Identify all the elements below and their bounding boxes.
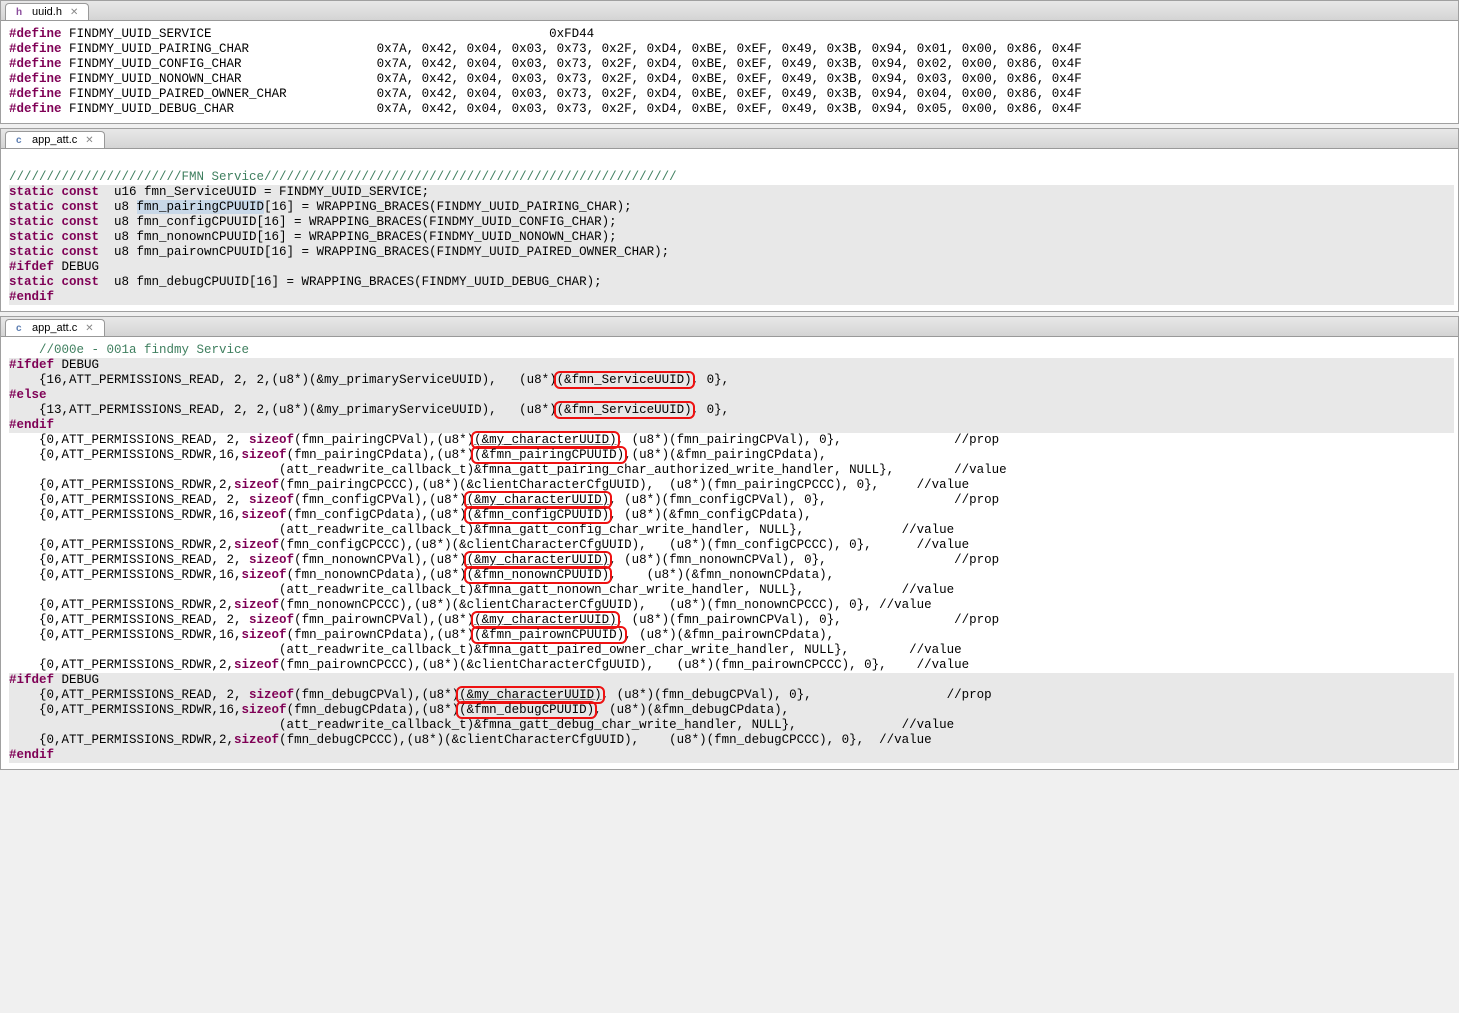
h-file-icon — [16, 6, 28, 18]
tabbar-1: uuid.h ✕ — [1, 1, 1458, 21]
kw-define: #define — [9, 27, 62, 41]
close-icon[interactable]: ✕ — [85, 135, 93, 146]
tab-label: uuid.h — [32, 6, 62, 18]
editor-pane-appatt-1: app_att.c ✕ ///////////////////////FMN S… — [0, 128, 1459, 312]
highlight-fmn-configcpuuid: (&fmn_configCPUUID) — [467, 508, 610, 522]
code-area-2[interactable]: ///////////////////////FMN Service//////… — [1, 149, 1458, 311]
close-icon[interactable]: ✕ — [85, 323, 93, 334]
highlight-fmn-pairowncpuuid: (&fmn_pairownCPUUID) — [474, 628, 624, 642]
highlight-my-characteruuid-3: (&my_characterUUID) — [467, 553, 610, 567]
comment-line: ///////////////////////FMN Service//////… — [9, 170, 677, 184]
code-area-1[interactable]: #define FINDMY_UUID_SERVICE 0xFD44 #defi… — [1, 21, 1458, 123]
c-file-icon — [16, 322, 28, 334]
highlight-fmn-pairingcpuuid: (&fmn_pairingCPUUID) — [474, 448, 624, 462]
selected-token: fmn_pairingCPUUID — [137, 200, 265, 214]
tab-label: app_att.c — [32, 134, 77, 146]
tab-appatt-1[interactable]: app_att.c ✕ — [5, 131, 105, 148]
tabbar-3: app_att.c ✕ — [1, 317, 1458, 337]
highlight-fmn-debugcpuuid: (&fmn_debugCPUUID) — [459, 703, 594, 717]
highlight-fmn-nonowncpuuid: (&fmn_nonownCPUUID) — [467, 568, 610, 582]
c-file-icon — [16, 134, 28, 146]
tab-uuidh[interactable]: uuid.h ✕ — [5, 3, 89, 20]
highlight-fmn-serviceuuid-2: (&fmn_ServiceUUID) — [557, 403, 692, 417]
close-icon[interactable]: ✕ — [70, 7, 78, 18]
tab-label: app_att.c — [32, 322, 77, 334]
highlight-my-characteruuid-4: (&my_characterUUID) — [474, 613, 617, 627]
editor-pane-appatt-2: app_att.c ✕ //000e - 001a findmy Service… — [0, 316, 1459, 770]
editor-pane-uuidh: uuid.h ✕ #define FINDMY_UUID_SERVICE 0xF… — [0, 0, 1459, 124]
highlight-my-characteruuid-5: (&my_characterUUID) — [459, 688, 602, 702]
highlight-my-characteruuid-1: (&my_characterUUID) — [474, 433, 617, 447]
highlight-fmn-serviceuuid-1: (&fmn_ServiceUUID) — [557, 373, 692, 387]
highlight-my-characteruuid-2: (&my_characterUUID) — [467, 493, 610, 507]
tab-appatt-2[interactable]: app_att.c ✕ — [5, 319, 105, 336]
code-area-3[interactable]: //000e - 001a findmy Service #ifdef DEBU… — [1, 337, 1458, 769]
tabbar-2: app_att.c ✕ — [1, 129, 1458, 149]
